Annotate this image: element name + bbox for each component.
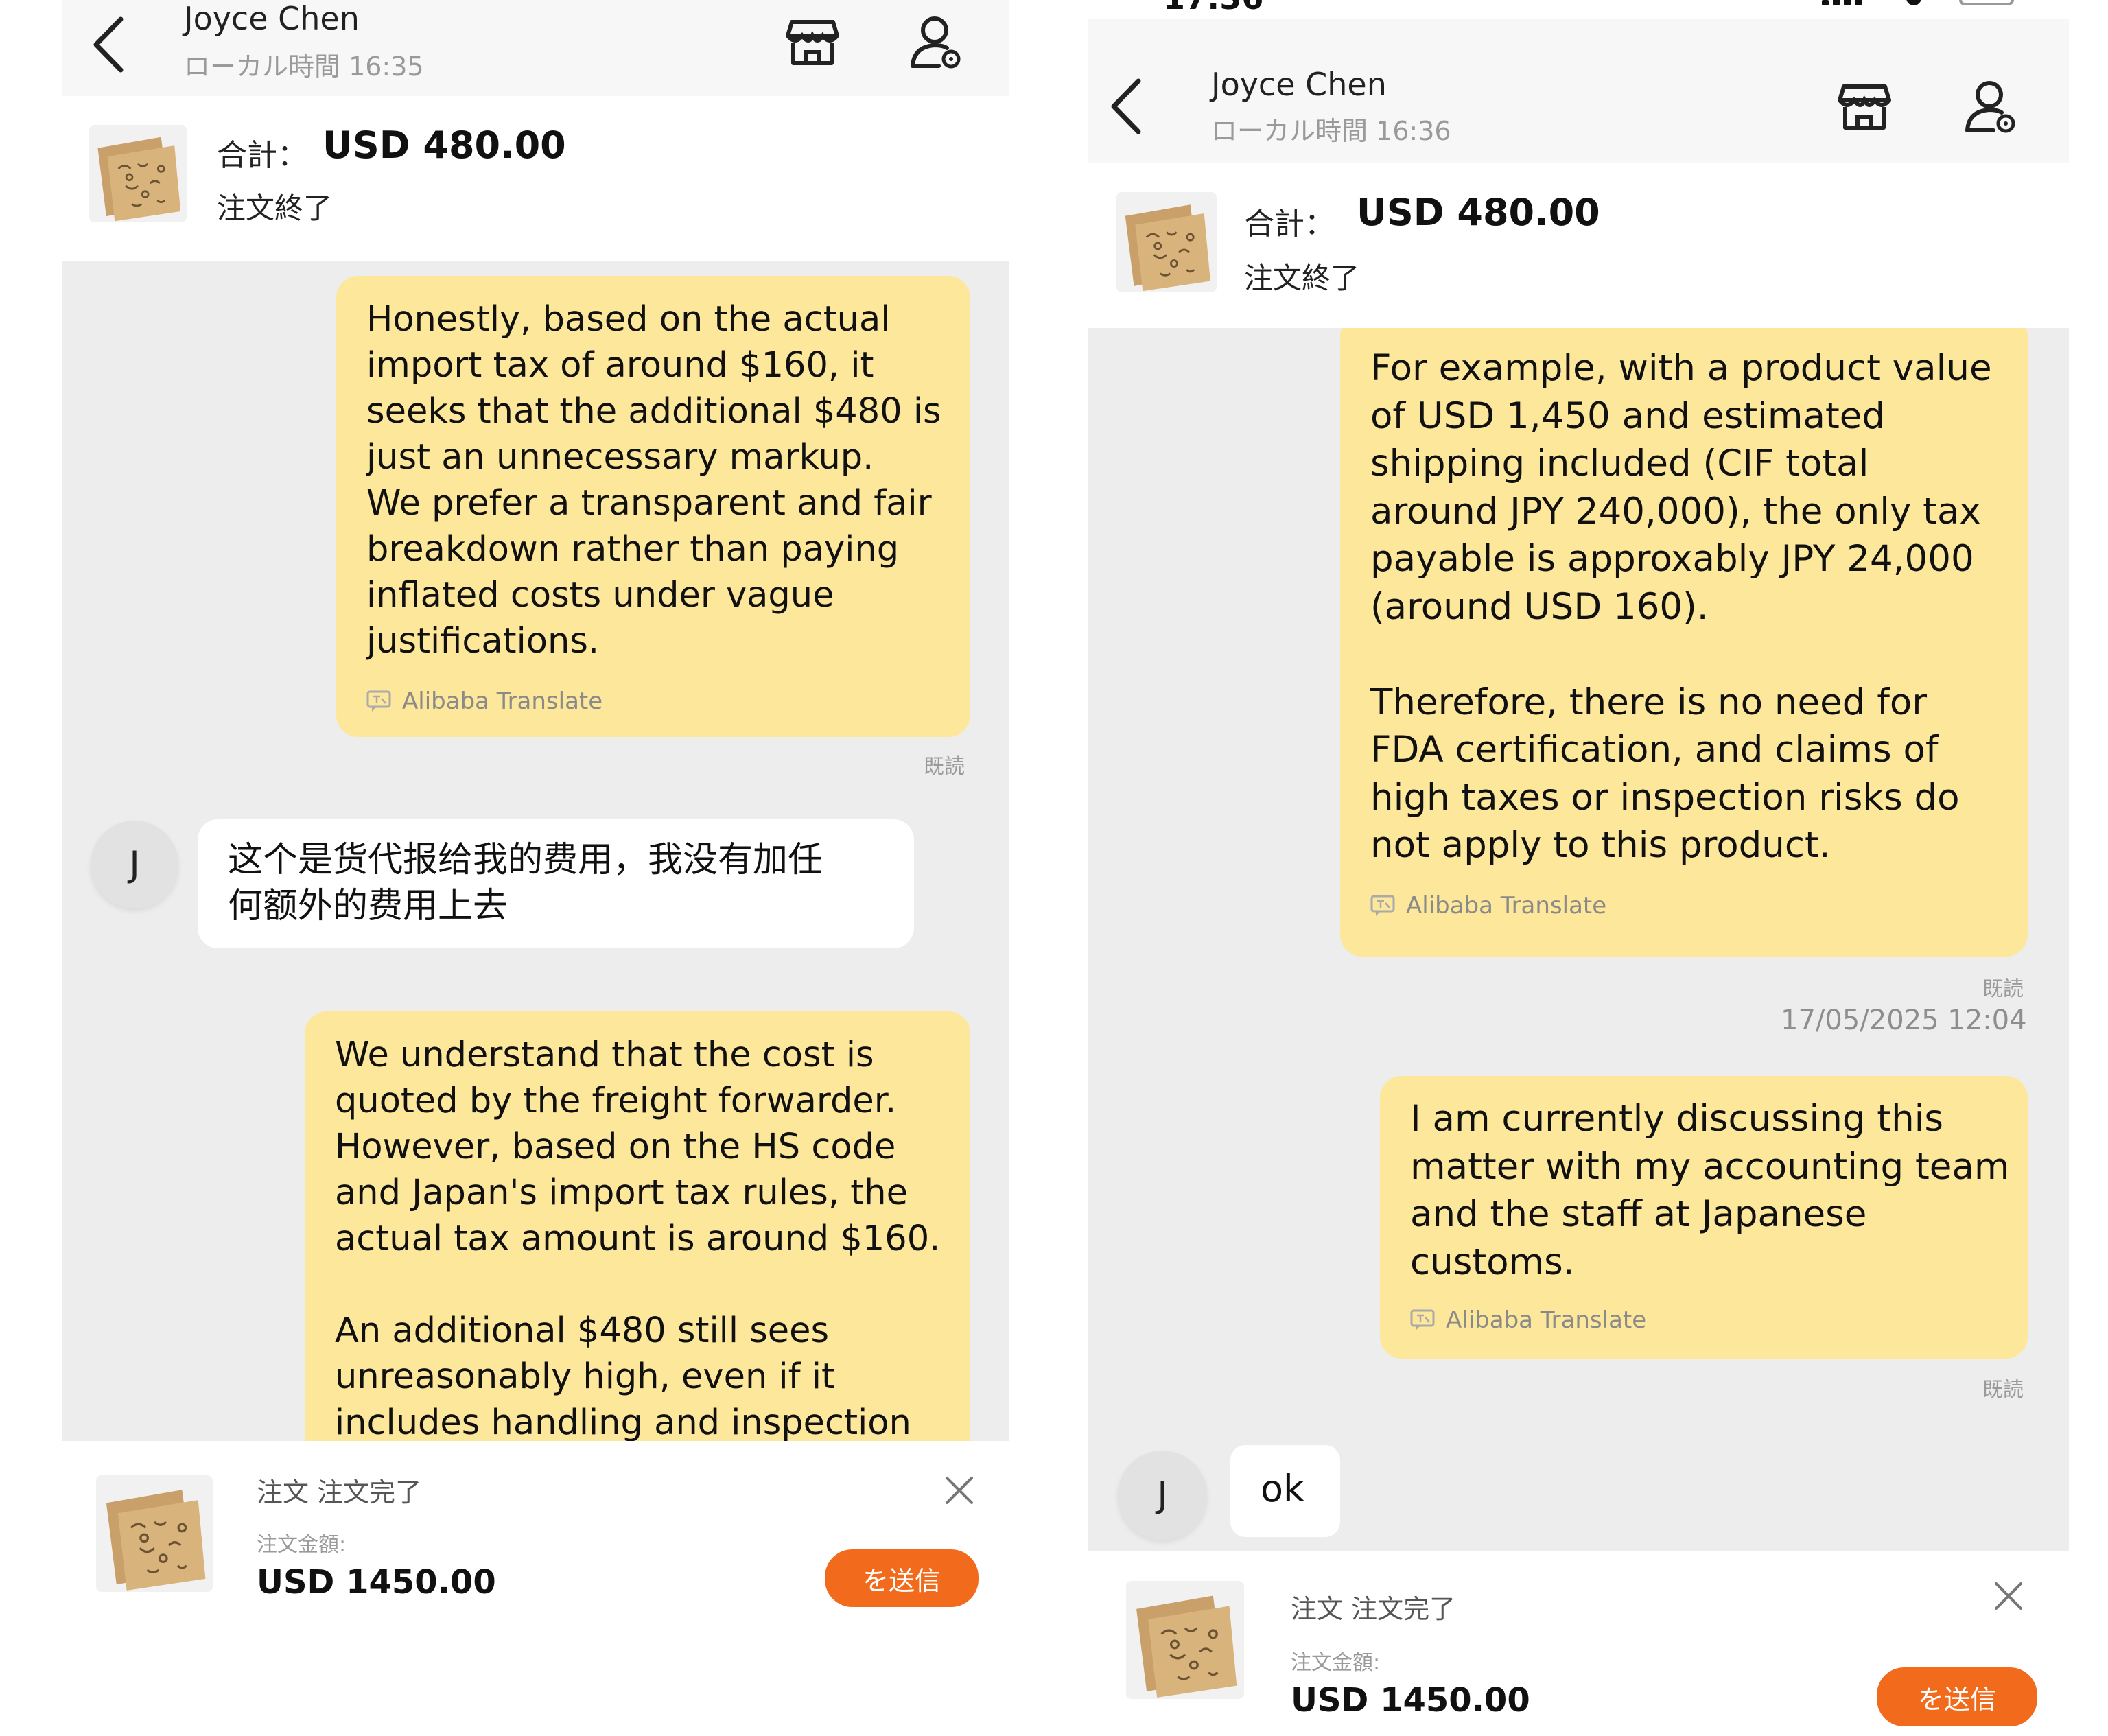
- order-summary-bar[interactable]: 合計： USD 480.00 注文終了: [1088, 163, 2069, 328]
- chat-message-list[interactable]: Honestly, based on the actual import tax…: [62, 261, 1009, 1441]
- store-icon[interactable]: [1836, 77, 1893, 134]
- order-card-thumbnail: [96, 1475, 213, 1592]
- message-text: ok: [1261, 1467, 1305, 1510]
- contact-name: Joyce Chen: [1211, 66, 1387, 103]
- back-icon[interactable]: [1107, 75, 1148, 137]
- avatar[interactable]: J: [1118, 1451, 1207, 1540]
- message-text: For example, with a product value of USD…: [1370, 347, 1992, 866]
- order-card-thumbnail: [1126, 1581, 1244, 1699]
- incoming-message-bubble[interactable]: 这个是货代报给我的费用，我没有加任 何额外的费用上去: [198, 819, 914, 948]
- message-text: I am currently discussing this matter wi…: [1410, 1098, 2010, 1283]
- message-text: 这个是货代报给我的费用，我没有加任 何额外的费用上去: [228, 840, 823, 926]
- outgoing-message-bubble[interactable]: I am currently discussing this matter wi…: [1380, 1076, 2028, 1359]
- store-icon[interactable]: [784, 12, 841, 70]
- contact-profile-icon[interactable]: [907, 12, 965, 70]
- contact-profile-icon[interactable]: [1962, 77, 2019, 134]
- outgoing-message-bubble[interactable]: We understand that the cost is quoted by…: [305, 1011, 970, 1441]
- translate-tag: Alibaba Translate: [1370, 892, 1606, 919]
- chat-header: Joyce Chen ローカル時間 16:35: [62, 0, 1009, 96]
- translate-icon: [366, 690, 391, 712]
- avatar-initial: J: [129, 844, 140, 885]
- wifi-icon: [1906, 0, 1921, 5]
- close-icon[interactable]: [1993, 1581, 2024, 1611]
- message-text: We understand that the cost is quoted by…: [335, 1035, 941, 1441]
- product-thumbnail: [1116, 192, 1217, 292]
- contact-name: Joyce Chen: [184, 0, 360, 37]
- order-total-label: 合計：: [1244, 207, 1335, 242]
- incoming-message-bubble[interactable]: ok: [1230, 1445, 1340, 1537]
- order-status: 注文終了: [1244, 261, 1360, 295]
- signal-icon: [1822, 0, 1863, 5]
- status-time: 17:36: [1163, 0, 1263, 16]
- outgoing-message-bubble[interactable]: For example, with a product value of USD…: [1340, 328, 2028, 957]
- contact-local-time: ローカル時間 16:35: [184, 51, 424, 82]
- order-card[interactable]: 注文 注文完了 注文金額: USD 1450.00 を送信: [62, 1441, 1009, 1633]
- order-amount-label: 注文金額:: [1291, 1651, 1381, 1675]
- product-thumbnail: [89, 125, 187, 222]
- send-order-button[interactable]: を送信: [1877, 1667, 2037, 1726]
- left-chat-screenshot: Joyce Chen ローカル時間 16:35 合計： USD 480.00 注…: [62, 0, 1009, 1633]
- send-order-button[interactable]: を送信: [825, 1549, 979, 1607]
- chat-message-list[interactable]: For example, with a product value of USD…: [1088, 328, 2069, 1551]
- read-receipt: 既読: [1982, 977, 2024, 1001]
- translate-tag: Alibaba Translate: [1410, 1306, 1646, 1334]
- order-status: 注文終了: [217, 191, 333, 225]
- translate-icon: [1370, 895, 1395, 917]
- read-receipt: 既読: [924, 755, 965, 779]
- chat-header: Joyce Chen ローカル時間 16:36: [1088, 19, 2069, 163]
- order-total-value: USD 480.00: [323, 124, 566, 167]
- translate-label: Alibaba Translate: [1406, 892, 1607, 919]
- order-total-value: USD 480.00: [1357, 191, 1600, 234]
- outgoing-message-bubble[interactable]: Honestly, based on the actual import tax…: [336, 276, 970, 737]
- order-card-title: 注文 注文完了: [1291, 1594, 1456, 1624]
- back-icon[interactable]: [89, 14, 130, 75]
- right-chat-screenshot: 17:36 Joyce Chen ローカル時間 16:36 合計： USD 48…: [1088, 0, 2069, 1736]
- status-bar: 17:36: [1088, 0, 2069, 19]
- read-receipt: 既読: [1982, 1378, 2024, 1402]
- avatar-initial: J: [1157, 1475, 1168, 1516]
- battery-icon: [1959, 0, 2014, 5]
- contact-local-time: ローカル時間 16:36: [1211, 116, 1451, 146]
- translate-label: Alibaba Translate: [1446, 1306, 1647, 1334]
- order-amount: USD 1450.00: [257, 1563, 496, 1602]
- order-card[interactable]: 注文 注文完了 注文金額: USD 1450.00 を送信: [1088, 1551, 2069, 1736]
- message-text: Honestly, based on the actual import tax…: [366, 299, 941, 661]
- order-summary-bar[interactable]: 合計： USD 480.00 注文終了: [62, 96, 1009, 261]
- avatar[interactable]: J: [91, 821, 178, 908]
- translate-label: Alibaba Translate: [402, 688, 603, 715]
- translate-tag: Alibaba Translate: [366, 688, 602, 715]
- close-icon[interactable]: [944, 1475, 974, 1505]
- translate-icon: [1410, 1309, 1435, 1331]
- message-timestamp: 17/05/2025 12:04: [1781, 1005, 2027, 1036]
- order-amount-label: 注文金額:: [257, 1533, 347, 1557]
- order-amount: USD 1450.00: [1291, 1681, 1530, 1720]
- order-card-title: 注文 注文完了: [257, 1477, 422, 1508]
- order-total-label: 合計：: [217, 138, 307, 173]
